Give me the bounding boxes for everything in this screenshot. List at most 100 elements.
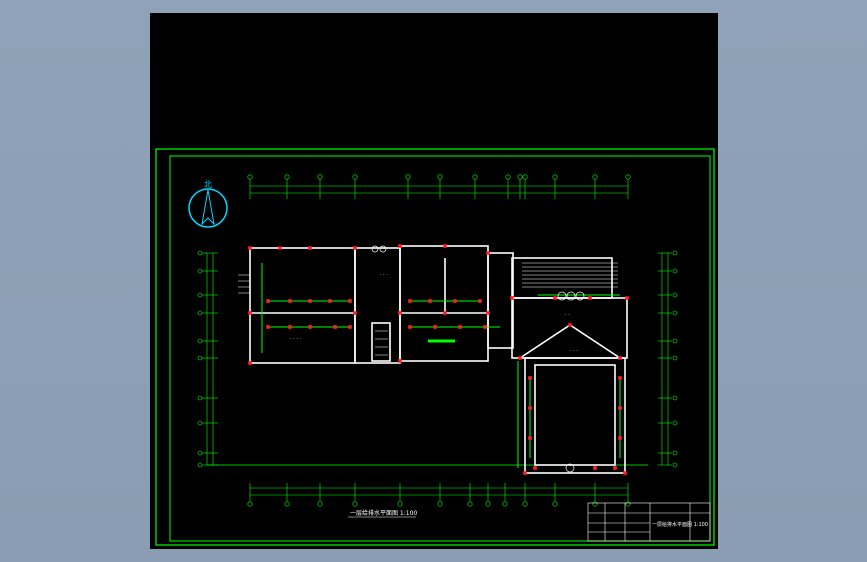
fixture-mark bbox=[266, 325, 270, 329]
axis-bubble bbox=[672, 355, 678, 361]
fixture-mark bbox=[333, 325, 337, 329]
axis-bubble bbox=[397, 501, 403, 507]
axis-bubble bbox=[672, 395, 678, 401]
fixture-mark bbox=[433, 325, 437, 329]
svg-text:· · ·: · · · bbox=[380, 272, 388, 278]
fixture-mark bbox=[443, 244, 447, 248]
axis-bubble bbox=[197, 420, 203, 426]
fixture-mark bbox=[528, 406, 532, 410]
north-label: 北 bbox=[204, 180, 212, 189]
axis-bubble bbox=[405, 174, 411, 180]
fixture-mark bbox=[510, 296, 514, 300]
axis-bubble bbox=[317, 174, 323, 180]
axis-bubble bbox=[197, 462, 203, 468]
axis-bubble bbox=[672, 338, 678, 344]
axis-bubble bbox=[467, 501, 473, 507]
fixture-mark bbox=[478, 299, 482, 303]
fixture-mark bbox=[408, 299, 412, 303]
axis-bubble bbox=[197, 292, 203, 298]
cad-viewport[interactable]: 北 · · · · · · · · · · · · 一层给排水平面图 1:100… bbox=[0, 0, 867, 562]
fixture-mark bbox=[593, 466, 597, 470]
axis-bubble bbox=[672, 462, 678, 468]
fixture-mark bbox=[588, 296, 592, 300]
fixture-mark bbox=[278, 246, 282, 250]
bottom-dimension-line bbox=[247, 483, 631, 507]
floor-plan-drawing: 北 · · · · · · · · · · · · 一层给排水平面图 1:100… bbox=[155, 148, 715, 546]
axis-bubble bbox=[625, 501, 631, 507]
axis-bubble bbox=[197, 250, 203, 256]
fixture-mark bbox=[398, 244, 402, 248]
axis-bubble bbox=[672, 420, 678, 426]
fixture-mark bbox=[328, 299, 332, 303]
fixture-mark bbox=[458, 325, 462, 329]
axis-bubble bbox=[672, 450, 678, 456]
axis-bubble bbox=[352, 174, 358, 180]
axis-bubble bbox=[197, 450, 203, 456]
axis-bubble bbox=[552, 174, 558, 180]
outer-frame bbox=[155, 148, 715, 546]
fixture-mark bbox=[248, 246, 252, 250]
fixture-mark bbox=[618, 406, 622, 410]
fixture-mark bbox=[308, 325, 312, 329]
drawing-canvas[interactable]: 北 · · · · · · · · · · · · 一层给排水平面图 1:100… bbox=[150, 13, 718, 549]
svg-text:· · · ·: · · · · bbox=[290, 336, 302, 342]
axis-bubble bbox=[522, 501, 528, 507]
axis-bubble bbox=[672, 268, 678, 274]
fixture-mark bbox=[623, 471, 627, 475]
axis-bubble bbox=[197, 355, 203, 361]
building-walls bbox=[249, 245, 628, 474]
axis-bubble bbox=[317, 501, 323, 507]
axis-bubble bbox=[437, 501, 443, 507]
fixture-mark bbox=[443, 311, 447, 315]
floor-drains bbox=[371, 245, 585, 473]
fixture-mark bbox=[348, 325, 352, 329]
fixture-mark bbox=[398, 311, 402, 315]
fixture-mark bbox=[453, 299, 457, 303]
plan-title: 一层给排水平面图 1:100 bbox=[350, 509, 417, 517]
fixture-mark bbox=[248, 361, 252, 365]
axis-bubble bbox=[197, 310, 203, 316]
fixture-mark bbox=[618, 356, 622, 360]
fixture-mark bbox=[618, 436, 622, 440]
axis-bubble bbox=[247, 174, 253, 180]
fixture-mark bbox=[288, 299, 292, 303]
fixture-mark bbox=[486, 311, 490, 315]
svg-text:· · ·: · · · bbox=[570, 348, 578, 354]
axis-bubble bbox=[517, 174, 523, 180]
fixture-mark bbox=[408, 325, 412, 329]
axis-bubble bbox=[505, 174, 511, 180]
axis-bubble bbox=[592, 174, 598, 180]
axis-bubble bbox=[485, 501, 491, 507]
fixture-mark bbox=[618, 376, 622, 380]
axis-bubble bbox=[522, 174, 528, 180]
fixture-mark bbox=[523, 471, 527, 475]
fixture-mark bbox=[308, 299, 312, 303]
side-dimension-lines bbox=[197, 250, 678, 468]
axis-bubble bbox=[197, 395, 203, 401]
fixture-mark bbox=[348, 299, 352, 303]
fixture-mark bbox=[398, 359, 402, 363]
top-dimension-line bbox=[247, 174, 631, 199]
axis-bubble bbox=[284, 501, 290, 507]
fixture-mark bbox=[266, 299, 270, 303]
fixture-mark bbox=[428, 299, 432, 303]
svg-text:· ·: · · bbox=[565, 312, 570, 318]
fixture-mark bbox=[533, 466, 537, 470]
axis-bubble bbox=[672, 310, 678, 316]
axis-bubble bbox=[352, 501, 358, 507]
axis-bubble bbox=[502, 501, 508, 507]
fixture-mark bbox=[483, 325, 487, 329]
axis-bubble bbox=[284, 174, 290, 180]
fixture-mark bbox=[353, 311, 357, 315]
fixture-mark bbox=[568, 323, 572, 327]
axis-bubble bbox=[672, 292, 678, 298]
fixture-mark bbox=[486, 251, 490, 255]
north-arrow-icon: 北 bbox=[188, 180, 228, 228]
title-block-name: 一层给排水平面图 1:100 bbox=[652, 521, 708, 528]
axis-bubble bbox=[672, 250, 678, 256]
fixture-mark bbox=[518, 356, 522, 360]
axis-bubble bbox=[197, 268, 203, 274]
fixture-mark bbox=[528, 436, 532, 440]
fixture-mark bbox=[553, 296, 557, 300]
fixture-mark bbox=[288, 325, 292, 329]
